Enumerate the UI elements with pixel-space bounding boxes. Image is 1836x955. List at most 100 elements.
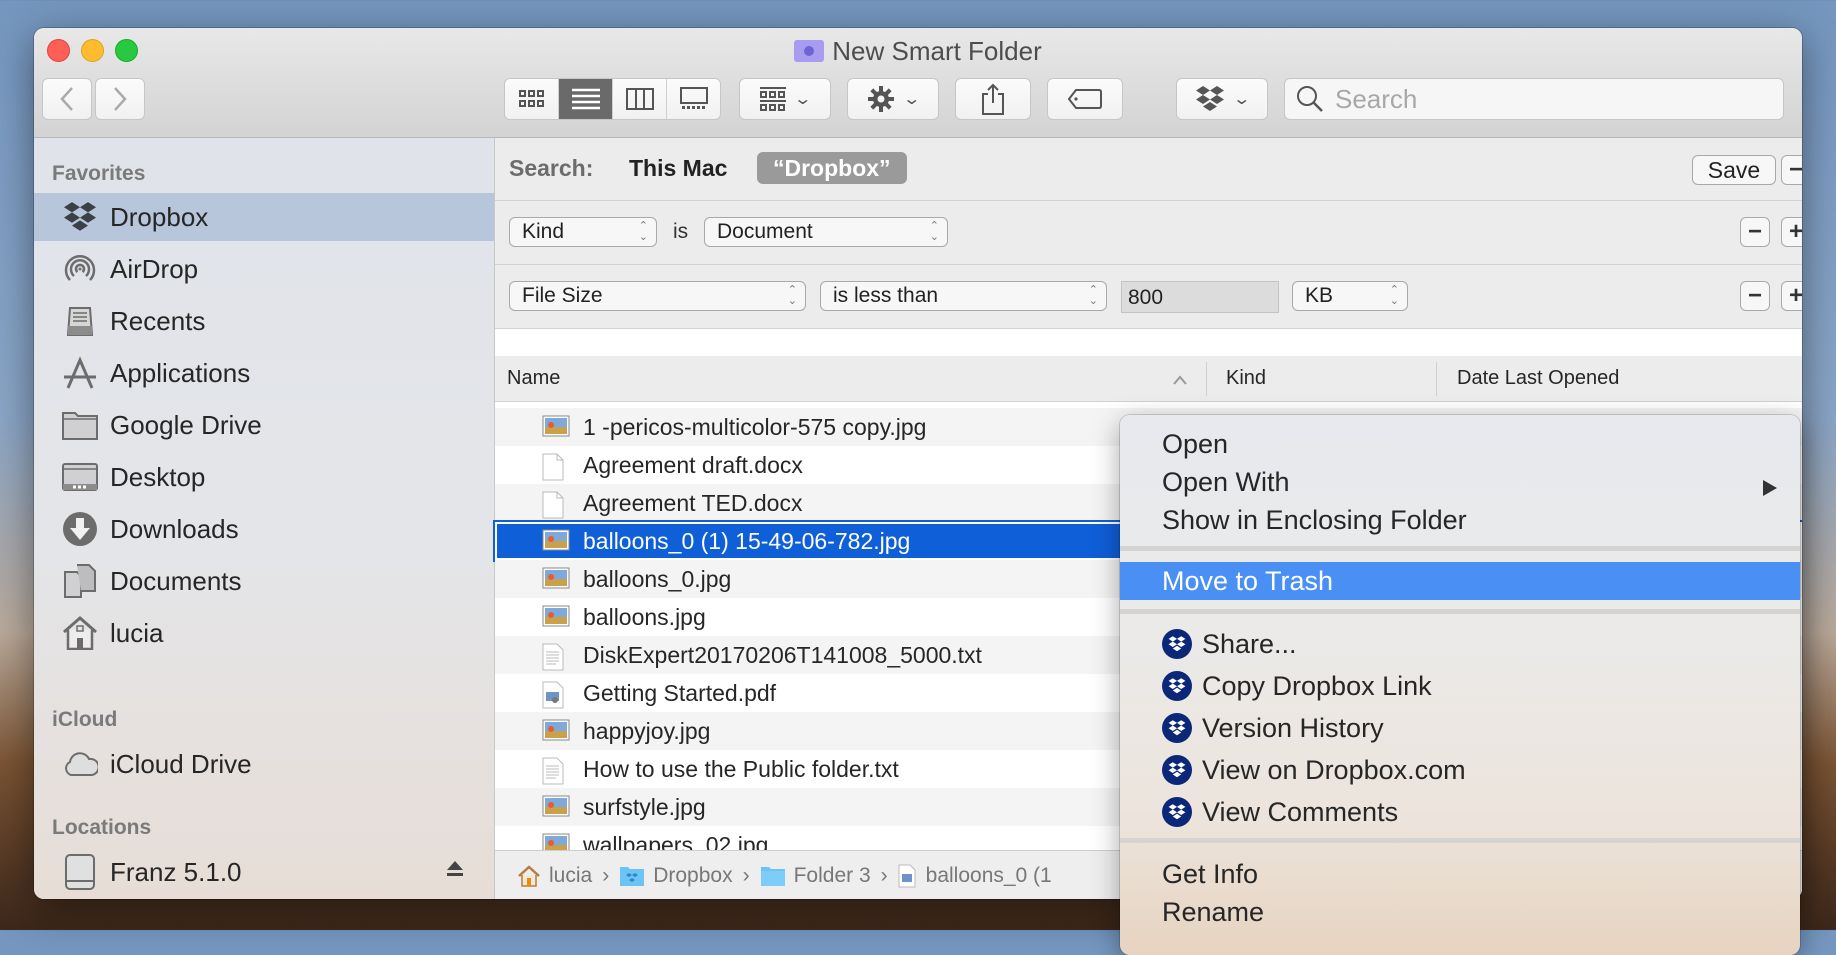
sidebar-section-favorites: Favorites xyxy=(52,162,146,185)
path-item-label: lucia xyxy=(549,863,593,887)
sidebar-item-documents[interactable]: Documents xyxy=(34,557,494,605)
menu-item-move-to-trash[interactable]: Move to Trash xyxy=(1120,562,1800,600)
list-view-button[interactable] xyxy=(559,79,613,119)
title-bar: New Smart Folder ⌄ ⌄ ⌄ Search xyxy=(34,28,1802,138)
window-title: New Smart Folder xyxy=(34,36,1802,67)
back-button[interactable] xyxy=(42,78,92,120)
menu-item-share[interactable]: Share... xyxy=(1120,625,1800,663)
file-name: balloons_0.jpg xyxy=(583,565,732,592)
sidebar-item-desktop[interactable]: Desktop xyxy=(34,453,494,501)
text-file-icon xyxy=(542,757,570,785)
eject-icon[interactable] xyxy=(446,860,464,883)
add-criteria-button[interactable]: + xyxy=(1781,281,1802,311)
menu-item-label: View Comments xyxy=(1202,796,1399,827)
menu-item-label: Get Info xyxy=(1162,858,1259,889)
forward-button[interactable] xyxy=(95,78,145,120)
column-header: Name Kind Date Last Opened xyxy=(495,356,1802,402)
menu-item-open-with[interactable]: Open With xyxy=(1120,463,1800,501)
criteria-value-select[interactable]: Document ⌃ ⌄ xyxy=(704,217,948,247)
text-file-icon xyxy=(542,643,570,671)
path-item[interactable]: balloons_0 (1 xyxy=(898,864,1052,888)
sidebar-item-lucia[interactable]: lucia xyxy=(34,609,494,657)
column-date-last-opened[interactable]: Date Last Opened xyxy=(1457,367,1619,390)
search-input[interactable] xyxy=(1333,82,1777,116)
menu-item-copy-dropbox-link[interactable]: Copy Dropbox Link xyxy=(1120,667,1800,705)
criteria-operator-select[interactable]: is less than ⌃ ⌄ xyxy=(820,281,1107,311)
path-item[interactable]: Folder 3 xyxy=(760,864,871,888)
icon-view-button[interactable] xyxy=(505,79,559,119)
folder-icon xyxy=(760,866,785,886)
column-divider[interactable] xyxy=(1206,362,1207,396)
menu-item-label: View on Dropbox.com xyxy=(1202,754,1466,785)
image-icon xyxy=(542,567,570,591)
menu-item-rename[interactable]: Rename xyxy=(1120,893,1800,931)
search-icon xyxy=(1297,86,1323,112)
menu-item-view-on-dropbox-com[interactable]: View on Dropbox.com xyxy=(1120,751,1800,789)
tags-button[interactable] xyxy=(1047,78,1123,120)
scope-this-mac[interactable]: This Mac xyxy=(629,155,727,182)
applications-icon xyxy=(62,355,98,391)
search-field[interactable] xyxy=(1284,78,1784,120)
menu-item-label: Rename xyxy=(1162,896,1265,927)
criteria-attribute-value: Kind xyxy=(522,220,565,243)
sidebar-item-applications[interactable]: Applications xyxy=(34,349,494,397)
column-kind[interactable]: Kind xyxy=(1226,367,1266,390)
sidebar-item-label: Applications xyxy=(110,357,251,388)
column-name[interactable]: Name xyxy=(507,367,560,390)
criteria-attribute-select[interactable]: Kind ⌃ ⌄ xyxy=(509,217,657,247)
column-view-button[interactable] xyxy=(613,79,667,119)
share-icon xyxy=(982,83,1004,115)
file-name: How to use the Public folder.txt xyxy=(583,755,899,782)
path-item[interactable]: lucia xyxy=(517,864,592,888)
sidebar-section-icloud: iCloud xyxy=(52,708,118,731)
icon-view-icon xyxy=(518,90,544,107)
menu-item-open[interactable]: Open xyxy=(1120,425,1800,463)
remove-criteria-button[interactable]: − xyxy=(1740,217,1770,247)
menu-item-version-history[interactable]: Version History xyxy=(1120,709,1800,747)
file-name: Agreement draft.docx xyxy=(583,451,803,478)
sidebar-item-label: Dropbox xyxy=(110,201,209,232)
menu-item-label: Show in Enclosing Folder xyxy=(1162,504,1467,535)
image-file-icon xyxy=(898,864,916,887)
file-name: 1 -pericos-multicolor-575 copy.jpg xyxy=(583,413,927,440)
scope-dropbox[interactable]: “Dropbox” xyxy=(757,152,907,184)
sidebar-item-dropbox[interactable]: Dropbox xyxy=(34,193,494,241)
path-item[interactable]: Dropbox xyxy=(619,863,733,888)
path-separator-icon: › xyxy=(742,863,750,887)
image-icon xyxy=(542,415,570,439)
sidebar-item-google-drive[interactable]: Google Drive xyxy=(34,401,494,449)
unit-select[interactable]: KB ⌃ ⌄ xyxy=(1292,281,1408,311)
sidebar-item-downloads[interactable]: Downloads xyxy=(34,505,494,553)
file-name: balloons_0 (1) 15-49-06-782.jpg xyxy=(583,527,911,554)
criteria-attribute-select[interactable]: File Size ⌃ ⌄ xyxy=(509,281,806,311)
sort-ascending-icon xyxy=(1173,368,1187,391)
dropbox-button[interactable]: ⌄ xyxy=(1176,78,1268,120)
sidebar-item-airdrop[interactable]: AirDrop xyxy=(34,245,494,293)
remove-search-button[interactable]: − xyxy=(1781,155,1802,185)
remove-criteria-button[interactable]: − xyxy=(1740,281,1770,311)
share-button[interactable] xyxy=(955,78,1031,120)
sidebar-item-remote-disc[interactable]: Remote Disc xyxy=(34,896,494,899)
path-item-label: Dropbox xyxy=(653,863,733,887)
save-button[interactable]: Save xyxy=(1692,155,1776,185)
action-button[interactable]: ⌄ xyxy=(847,78,939,120)
sidebar-item-label: Google Drive xyxy=(110,409,262,440)
file-name: DiskExpert20170206T141008_5000.txt xyxy=(583,641,982,668)
sidebar-item-label: iCloud Drive xyxy=(110,748,252,779)
menu-item-get-info[interactable]: Get Info xyxy=(1120,855,1800,893)
sidebar-item-label: Downloads xyxy=(110,513,239,544)
sidebar-item-franz[interactable]: Franz 5.1.0 xyxy=(34,848,494,896)
downloads-icon xyxy=(62,511,98,547)
column-divider[interactable] xyxy=(1436,362,1437,396)
menu-item-show-in-enclosing-folder[interactable]: Show in Enclosing Folder xyxy=(1120,501,1800,539)
file-size-input[interactable]: 800 xyxy=(1121,281,1279,313)
gallery-view-button[interactable] xyxy=(667,79,720,119)
add-criteria-button[interactable]: + xyxy=(1781,217,1802,247)
sidebar-item-icloud-drive[interactable]: iCloud Drive xyxy=(34,740,494,788)
chevron-down-icon: ⌄ xyxy=(793,91,813,108)
group-by-button[interactable]: ⌄ xyxy=(739,78,831,120)
menu-item-view-comments[interactable]: View Comments xyxy=(1120,793,1800,831)
sidebar-item-recents[interactable]: Recents xyxy=(34,297,494,345)
menu-item-label: Open With xyxy=(1162,466,1290,497)
sidebar-item-label: AirDrop xyxy=(110,253,199,284)
